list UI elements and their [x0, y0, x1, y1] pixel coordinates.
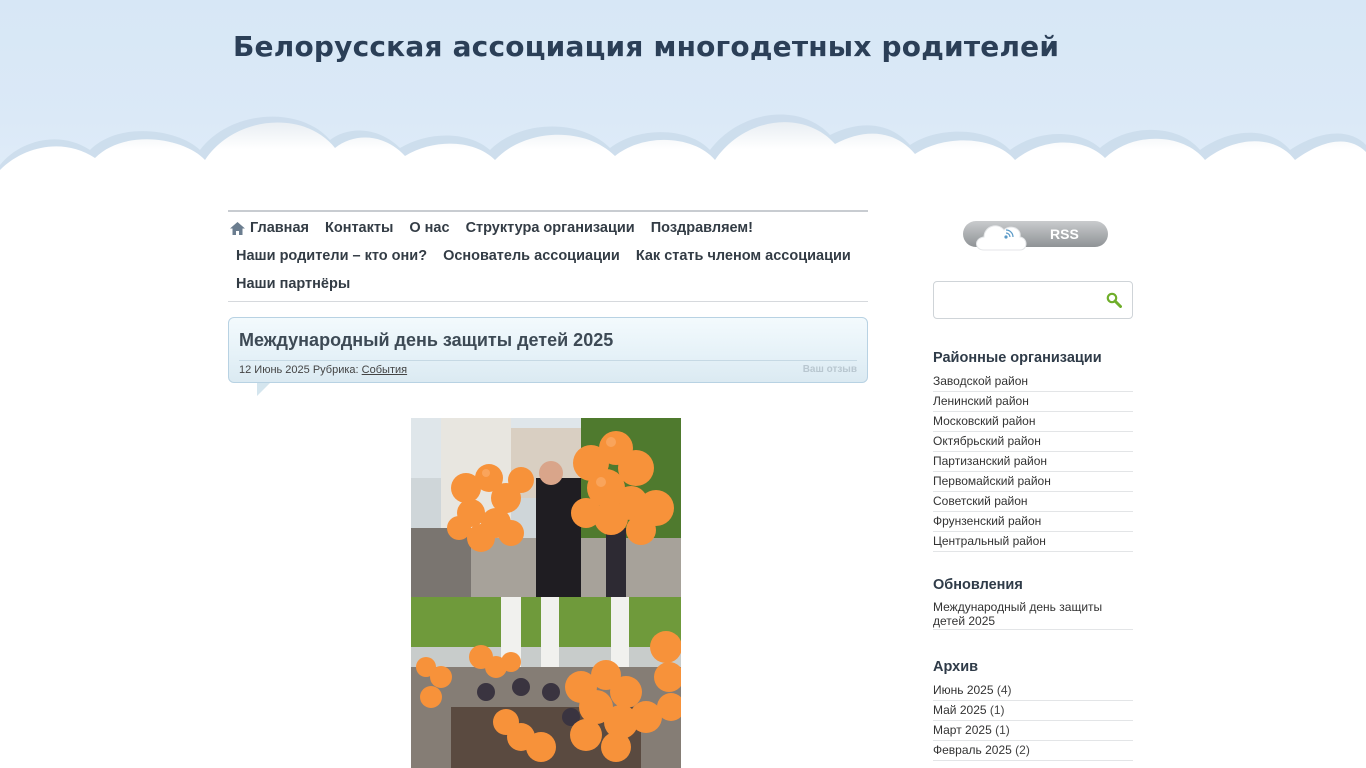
archive-link[interactable]: Июнь 2025 [933, 683, 994, 697]
district-link[interactable]: Партизанский район [933, 452, 1133, 472]
updates-list: Международный день защиты детей 2025 [933, 599, 1133, 630]
districts-list: Заводской район Ленинский район Московск… [933, 372, 1133, 552]
archive-link[interactable]: Февраль 2025 [933, 743, 1012, 757]
post-meta: 12 Июнь 2025 Рубрика: События [239, 364, 407, 376]
nav-item-founder[interactable]: Основатель ассоциации [435, 248, 628, 264]
district-link[interactable]: Заводской район [933, 372, 1133, 392]
post-header: Международный день защиты детей 2025 12 … [228, 317, 868, 396]
archive-count: (4) [996, 683, 1012, 697]
district-link[interactable]: Первомайский район [933, 472, 1133, 492]
main-navigation: Главная Контакты О нас Структура организ… [228, 210, 868, 302]
archive-item[interactable]: Май 2025 (1) [933, 701, 1133, 721]
archive-count: (2) [1015, 743, 1030, 757]
rss-label: RSS [1050, 226, 1079, 242]
nav-row: Наши партнёры [228, 270, 868, 298]
nav-item-about[interactable]: О нас [401, 220, 457, 236]
archive-link[interactable]: Март 2025 [933, 723, 992, 737]
nav-row: Главная Контакты О нас Структура организ… [228, 214, 868, 242]
archive-count: (1) [989, 703, 1005, 717]
archive-item[interactable]: Февраль 2025 (2) [933, 741, 1133, 761]
home-icon [230, 221, 245, 235]
archive-item[interactable]: Март 2025 (1) [933, 721, 1133, 741]
archive-count: (1) [995, 723, 1010, 737]
post-divider [239, 360, 857, 361]
post-photo[interactable] [411, 597, 681, 768]
nav-item-our-parents[interactable]: Наши родители – кто они? [228, 248, 435, 264]
nav-item-contacts[interactable]: Контакты [317, 220, 401, 236]
updates-widget: Обновления Международный день защиты дет… [933, 577, 1133, 630]
district-link[interactable]: Октябрьский район [933, 432, 1133, 452]
nav-item-congratulations[interactable]: Поздравляем! [643, 220, 761, 236]
post-photo[interactable] [411, 418, 681, 597]
site-header: Белорусская ассоциация многодетных родит… [0, 0, 1366, 200]
nav-row: Наши родители – кто они? Основатель ассо… [228, 242, 868, 270]
speech-bubble-tail [257, 383, 270, 396]
balloons-photo-image [411, 418, 681, 597]
archive-item[interactable]: Июнь 2025 (4) [933, 681, 1133, 701]
archive-link[interactable]: Май 2025 [933, 703, 987, 717]
balloons-photo-image [411, 597, 681, 768]
nav-item-structure[interactable]: Структура организации [458, 220, 643, 236]
post-feedback-link[interactable]: Ваш отзыв [803, 364, 857, 375]
nav-item-partners[interactable]: Наши партнёры [228, 276, 358, 292]
search-icon[interactable] [1106, 292, 1122, 308]
rss-button[interactable]: RSS [962, 210, 1110, 260]
archive-widget: Архив Июнь 2025 (4) Май 2025 (1) Март 20… [933, 659, 1133, 761]
search-box [933, 281, 1133, 319]
nav-item-label: Главная [250, 220, 309, 236]
nav-item-become-member[interactable]: Как стать членом ассоциации [628, 248, 859, 264]
post-category-link[interactable]: События [362, 364, 407, 376]
district-link[interactable]: Фрунзенский район [933, 512, 1133, 532]
widget-title: Районные организации [933, 350, 1102, 366]
district-link[interactable]: Ленинский район [933, 392, 1133, 412]
update-link[interactable]: Международный день защиты детей 2025 [933, 599, 1133, 630]
district-link[interactable]: Центральный район [933, 532, 1133, 552]
site-title[interactable]: Белорусская ассоциация многодетных родит… [233, 30, 1059, 63]
rss-cloud-icon [963, 221, 1108, 251]
districts-widget: Районные организации Заводской район Лен… [933, 350, 1133, 552]
widget-title: Обновления [933, 577, 1023, 593]
post-date: 12 Июнь 2025 [239, 364, 310, 376]
widget-title: Архив [933, 659, 979, 675]
search-input[interactable] [940, 290, 1100, 312]
post-title[interactable]: Международный день защиты детей 2025 [239, 330, 613, 351]
nav-item-home[interactable]: Главная [228, 220, 317, 236]
archive-list: Июнь 2025 (4) Май 2025 (1) Март 2025 (1)… [933, 681, 1133, 761]
post-category-label: Рубрика: [312, 364, 359, 376]
district-link[interactable]: Московский район [933, 412, 1133, 432]
district-link[interactable]: Советский район [933, 492, 1133, 512]
